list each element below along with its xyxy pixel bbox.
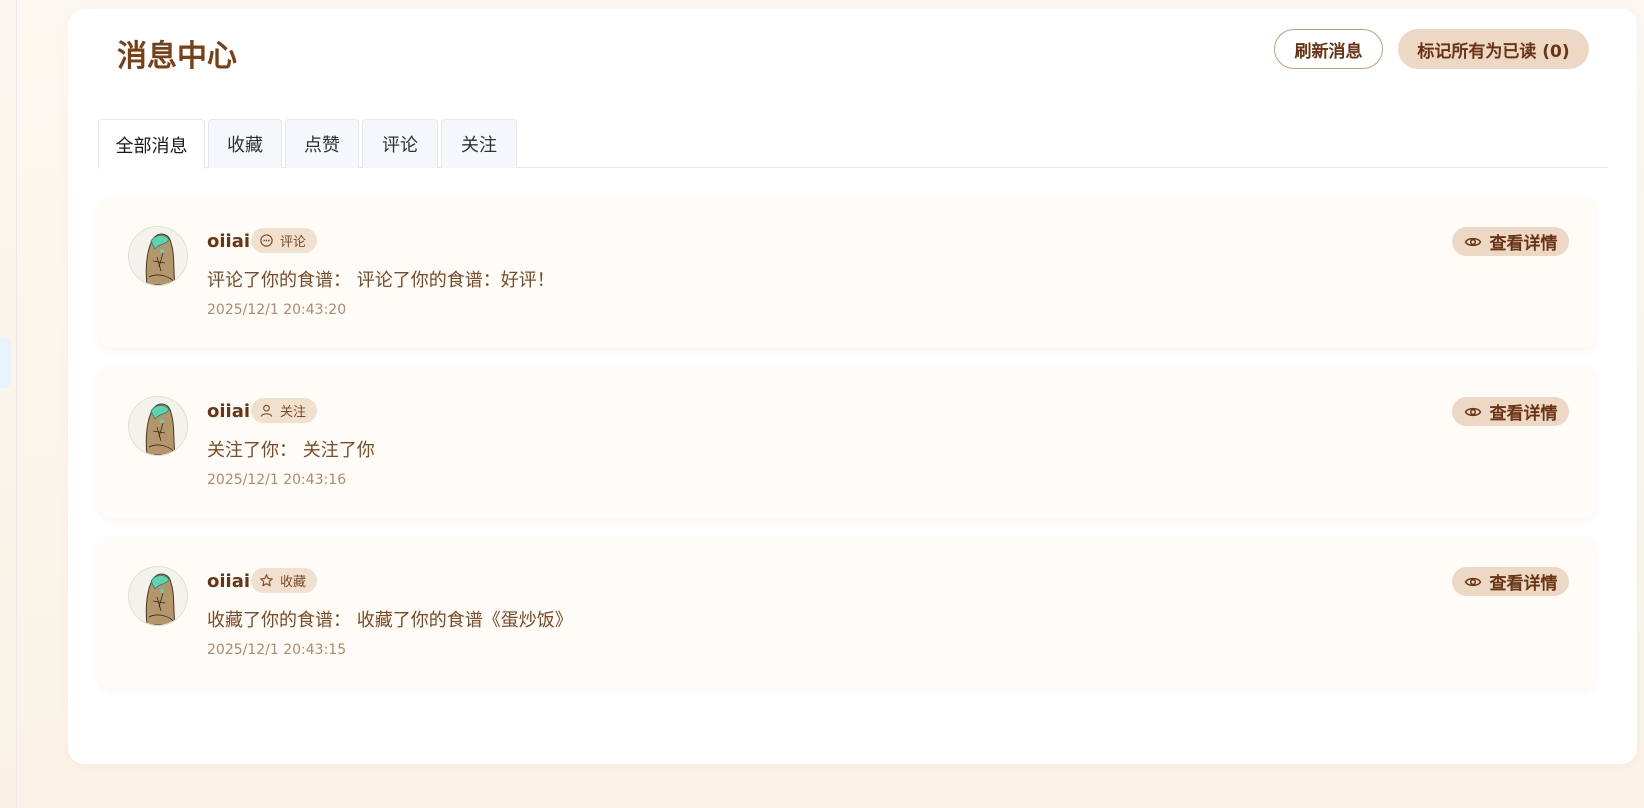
- message-item: oiiai 评论 评论了你的食谱： 评论了你的食谱：好评！ 2025/12/1 …: [99, 198, 1596, 348]
- sidebar-toggle-handle[interactable]: [0, 338, 11, 388]
- message-text: 评论了你的食谱： 评论了你的食谱：好评！: [207, 270, 555, 291]
- message-type-tag: 评论: [251, 228, 318, 253]
- view-details-label: 查看详情: [1489, 404, 1558, 424]
- tab-comments[interactable]: 评论: [362, 119, 438, 168]
- avatar-illustration: [129, 567, 187, 625]
- mark-all-read-button[interactable]: 标记所有为已读 (0): [1398, 29, 1589, 69]
- view-details-button[interactable]: 查看详情: [1452, 227, 1569, 256]
- refresh-messages-button[interactable]: 刷新消息: [1274, 29, 1383, 69]
- message-text: 关注了你： 关注了你: [207, 440, 375, 461]
- eye-icon: [1464, 577, 1481, 586]
- view-details-button[interactable]: 查看详情: [1452, 567, 1569, 596]
- message-timestamp: 2025/12/1 20:43:16: [207, 472, 347, 488]
- tab-follows[interactable]: 关注: [441, 119, 517, 168]
- message-item: oiiai 收藏 收藏了你的食谱： 收藏了你的食谱《蛋炒饭》 2025/12/1…: [99, 538, 1596, 688]
- message-center-panel: 消息中心 刷新消息 标记所有为已读 (0) 全部消息 收藏 点赞 评论 关注 o…: [68, 9, 1637, 764]
- tab-likes[interactable]: 点赞: [285, 119, 359, 168]
- view-details-button[interactable]: 查看详情: [1452, 397, 1569, 426]
- left-sidebar-rail: [0, 0, 17, 808]
- avatar[interactable]: [128, 226, 188, 286]
- view-details-label: 查看详情: [1489, 234, 1558, 254]
- tab-favorites[interactable]: 收藏: [208, 119, 282, 168]
- message-text: 收藏了你的食谱： 收藏了你的食谱《蛋炒饭》: [207, 610, 573, 631]
- username: oiiai: [207, 401, 251, 422]
- page-title: 消息中心: [117, 39, 237, 74]
- user-icon: [260, 404, 273, 417]
- star-icon: [260, 574, 273, 587]
- message-type-label: 关注: [280, 405, 307, 420]
- avatar-illustration: [129, 397, 187, 455]
- username: oiiai: [207, 571, 251, 592]
- eye-icon: [1464, 237, 1481, 246]
- avatar[interactable]: [128, 396, 188, 456]
- message-timestamp: 2025/12/1 20:43:20: [207, 302, 347, 318]
- message-type-label: 收藏: [280, 575, 307, 590]
- comment-icon: [260, 234, 273, 247]
- message-type-label: 评论: [280, 235, 307, 250]
- message-type-tag: 收藏: [251, 568, 318, 593]
- tab-all-messages[interactable]: 全部消息: [98, 119, 205, 169]
- message-item: oiiai 关注 关注了你： 关注了你 2025/12/1 20:43:16 查…: [99, 368, 1596, 518]
- username: oiiai: [207, 231, 251, 252]
- message-type-tag: 关注: [251, 398, 318, 423]
- view-details-label: 查看详情: [1489, 574, 1558, 594]
- avatar[interactable]: [128, 566, 188, 626]
- message-tabs: 全部消息 收藏 点赞 评论 关注: [98, 119, 1608, 169]
- avatar-illustration: [129, 227, 187, 285]
- message-timestamp: 2025/12/1 20:43:15: [207, 642, 347, 658]
- eye-icon: [1464, 407, 1481, 416]
